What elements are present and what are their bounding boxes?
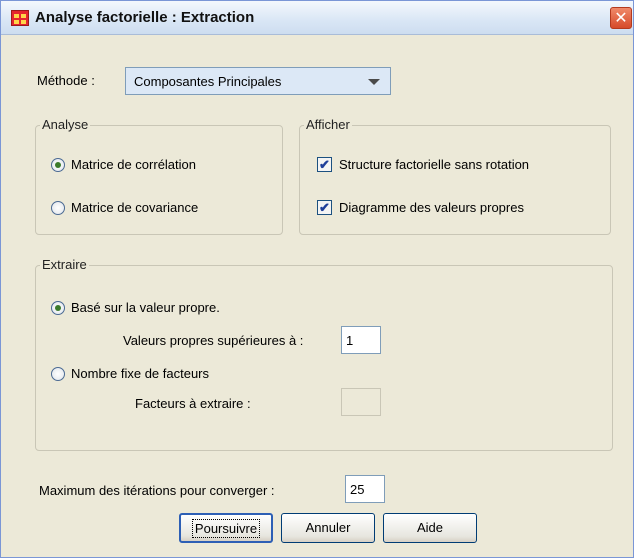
- window-title: Analyse factorielle : Extraction: [35, 9, 255, 26]
- correlation-label[interactable]: Matrice de corrélation: [71, 157, 196, 172]
- iterations-label: Maximum des itérations pour converger :: [39, 483, 275, 498]
- unrotated-structure-checkbox[interactable]: ✔: [317, 157, 332, 172]
- fixed-factors-radio[interactable]: [51, 367, 65, 381]
- eigenvalue-radio[interactable]: [51, 301, 65, 315]
- afficher-group: Afficher: [299, 117, 611, 235]
- checkmark-icon: ✔: [319, 200, 330, 215]
- eigen-threshold-input[interactable]: 1: [341, 326, 381, 354]
- iterations-input[interactable]: 25: [345, 475, 385, 503]
- dropdown-arrow-icon: [368, 79, 380, 85]
- scree-plot-checkbox[interactable]: ✔: [317, 200, 332, 215]
- covariance-label[interactable]: Matrice de covariance: [71, 200, 198, 215]
- extraire-group: Extraire: [35, 257, 613, 451]
- continue-button-label: Poursuivre: [191, 519, 261, 538]
- continue-button[interactable]: Poursuivre: [179, 513, 273, 543]
- factors-to-extract-label: Facteurs à extraire :: [135, 396, 251, 411]
- scree-plot-label[interactable]: Diagramme des valeurs propres: [339, 200, 524, 215]
- table-app-icon: [11, 10, 29, 26]
- close-icon[interactable]: ✕: [610, 7, 632, 29]
- eigen-threshold-label: Valeurs propres supérieures à :: [123, 333, 304, 348]
- eigenvalue-label[interactable]: Basé sur la valeur propre.: [71, 300, 220, 315]
- analyse-group: Analyse: [35, 117, 283, 235]
- cancel-button[interactable]: Annuler: [281, 513, 375, 543]
- fixed-factors-label[interactable]: Nombre fixe de facteurs: [71, 366, 209, 381]
- extraire-legend: Extraire: [40, 257, 89, 272]
- unrotated-structure-label[interactable]: Structure factorielle sans rotation: [339, 157, 529, 172]
- covariance-radio[interactable]: [51, 201, 65, 215]
- afficher-legend: Afficher: [304, 117, 352, 132]
- analyse-legend: Analyse: [40, 117, 91, 132]
- method-selected-value: Composantes Principales: [134, 74, 282, 89]
- method-label: Méthode :: [37, 73, 95, 88]
- checkmark-icon: ✔: [319, 157, 330, 172]
- title-bar[interactable]: Analyse factorielle : Extraction ✕: [1, 1, 633, 35]
- method-select[interactable]: Composantes Principales: [125, 67, 391, 95]
- dialog-window: Analyse factorielle : Extraction ✕ Métho…: [0, 0, 634, 558]
- factors-to-extract-input[interactable]: [341, 388, 381, 416]
- correlation-radio[interactable]: [51, 158, 65, 172]
- help-button[interactable]: Aide: [383, 513, 477, 543]
